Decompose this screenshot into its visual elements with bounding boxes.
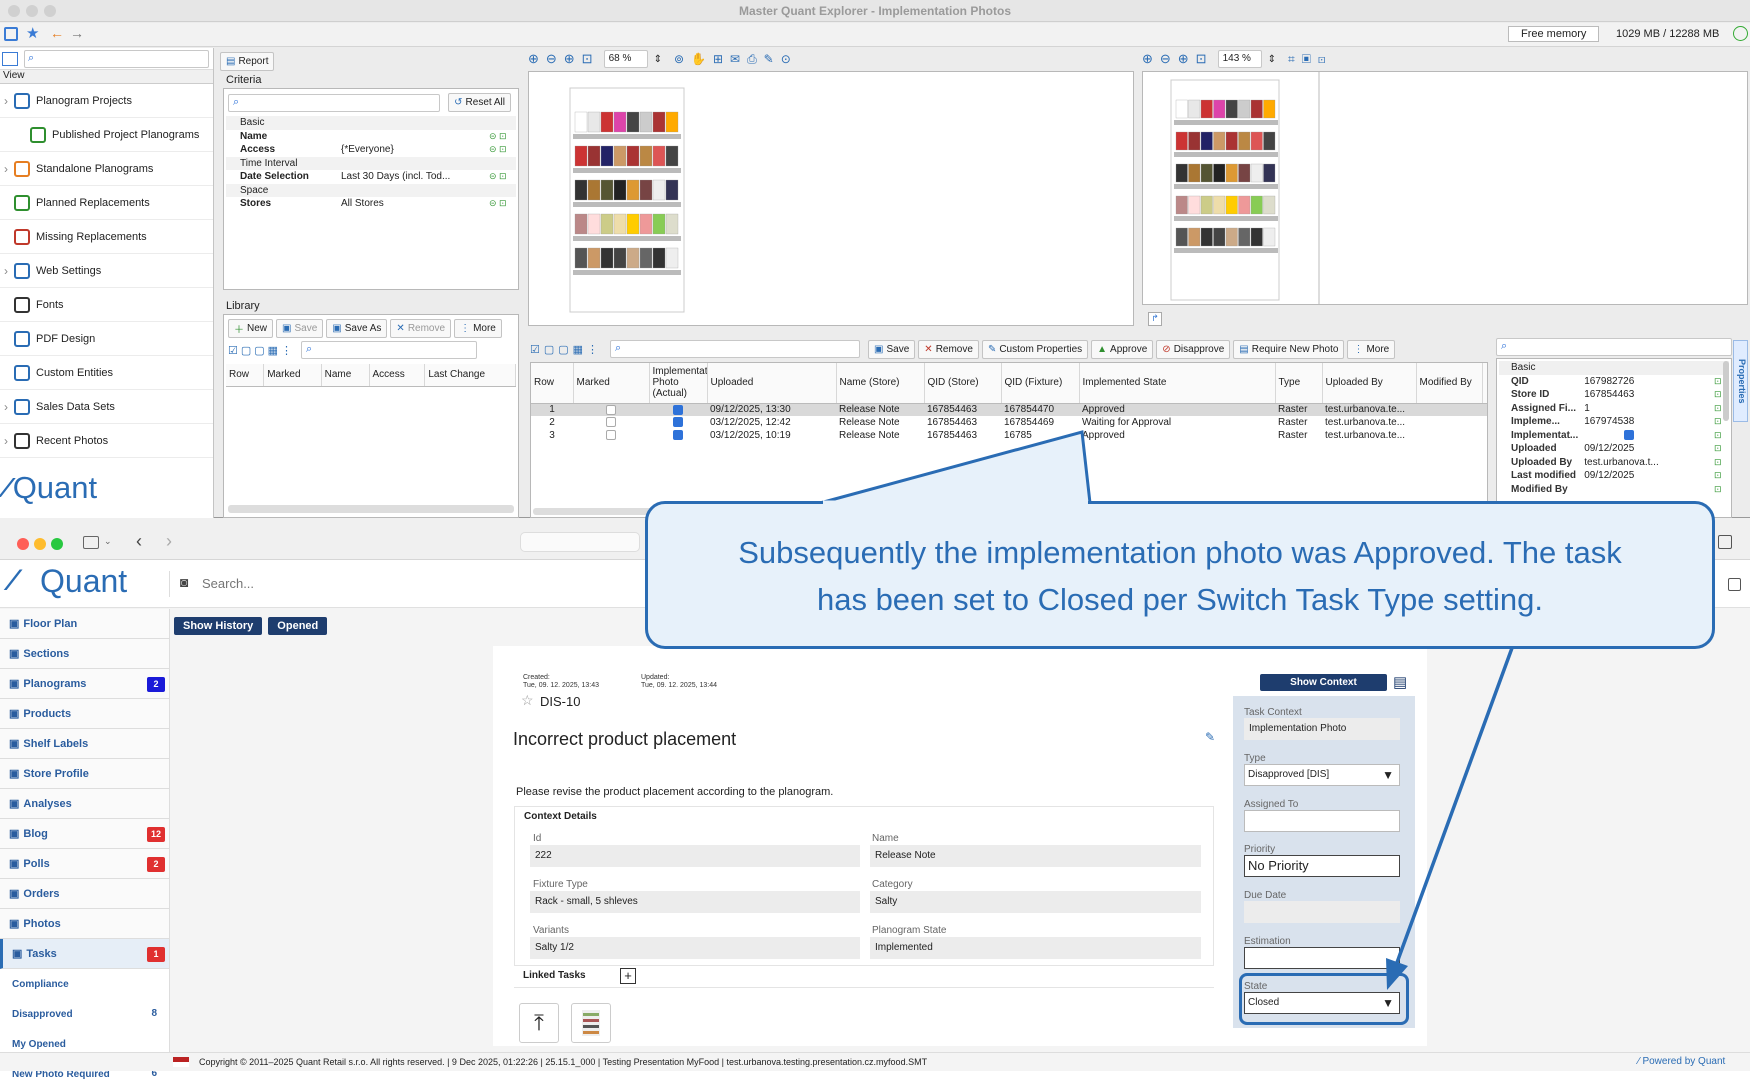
callout-line-1: Subsequently the implementation photo wa… [738,535,1622,570]
annotation-callout: Subsequently the implementation photo wa… [645,501,1715,649]
callout-line-2: has been set to Closed per Switch Task T… [816,582,1544,617]
